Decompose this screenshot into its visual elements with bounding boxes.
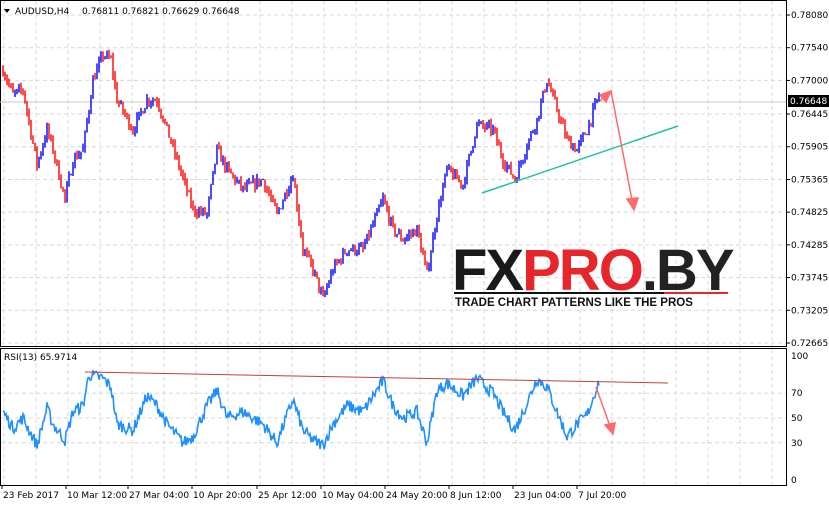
price-tick-label: 0.73205 xyxy=(791,306,828,316)
time-tick-label: 24 May 20:00 xyxy=(386,491,448,501)
rsi-tick-label: 50 xyxy=(791,414,803,424)
price-tick-label: 0.77540 xyxy=(791,44,828,54)
arrow-head-icon xyxy=(625,197,640,212)
time-tick-label: 10 May 04:00 xyxy=(322,491,384,501)
price-tick-label: 0.75365 xyxy=(791,175,828,185)
price-tick-label: 0.73745 xyxy=(791,274,828,284)
collapse-triangle-icon[interactable] xyxy=(4,9,10,13)
rsi-pane-border xyxy=(0,348,787,486)
rsi-line xyxy=(2,369,600,450)
price-tick-label: 0.76445 xyxy=(791,110,828,120)
symbol-label: AUDUSD,H4 xyxy=(15,7,70,17)
rsi-trendline[interactable] xyxy=(84,371,669,384)
time-axis: 23 Feb 2017 10 Mar 12:00 27 Mar 04:00 10 Ap… xyxy=(1,485,627,501)
time-tick-label: 23 Jun 04:00 xyxy=(514,491,571,501)
header: AUDUSD,H4 0.76811 0.76821 0.76629 0.7664… xyxy=(4,7,240,363)
price-axis: 0.78080 0.77540 0.77000 0.76445 0.75905 0.753… xyxy=(786,11,828,349)
rsi-axis: 100 70 50 30 0 xyxy=(791,352,808,486)
time-tick-label: 27 Mar 04:00 xyxy=(129,491,189,501)
time-tick-label: 10 Apr 20:00 xyxy=(193,491,252,501)
price-tick-label: 0.74285 xyxy=(791,241,828,251)
rsi-tick-label: 0 xyxy=(791,476,797,486)
time-tick-label: 8 Jun 12:00 xyxy=(450,491,502,501)
price-tick-label: 0.72665 xyxy=(791,339,828,349)
price-tick-label: 0.75905 xyxy=(791,143,828,153)
arrow-head-icon xyxy=(603,422,616,436)
time-tick-label: 25 Apr 12:00 xyxy=(258,491,317,501)
time-tick-label: 23 Feb 2017 xyxy=(3,491,59,501)
logo-tagline: TRADE CHART PATTERNS LIKE THE PROS xyxy=(455,297,693,309)
price-tick-label: 0.74825 xyxy=(791,208,828,218)
rsi-tick-label: 70 xyxy=(791,389,803,399)
price-tick-label: 0.77000 xyxy=(791,76,828,86)
time-tick-label: 7 Jul 20:00 xyxy=(578,491,627,501)
rsi-label: RSI(13) 65.9714 xyxy=(4,353,77,363)
rsi-tick-label: 100 xyxy=(791,352,808,362)
rsi-tick-label: 30 xyxy=(791,439,803,449)
ohlc-values: 0.76811 0.76821 0.76629 0.76648 xyxy=(82,7,240,17)
chart-window[interactable]: FXPRO.BY TRADE CHART PATTERNS LIKE THE P… xyxy=(0,0,829,506)
time-tick-label: 10 Mar 12:00 xyxy=(67,491,127,501)
current-price-value: 0.76648 xyxy=(790,97,827,107)
logo: FXPRO.BY TRADE CHART PATTERNS LIKE THE P… xyxy=(452,238,736,309)
price-tick-label: 0.78080 xyxy=(791,11,828,21)
